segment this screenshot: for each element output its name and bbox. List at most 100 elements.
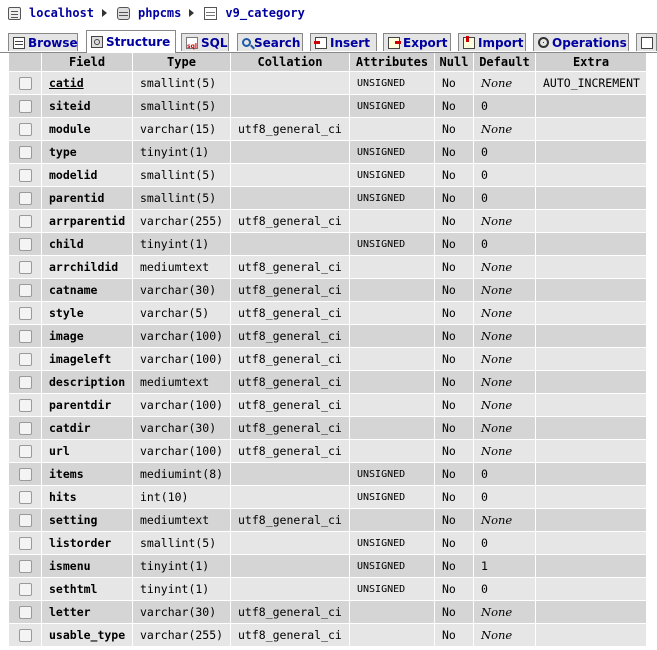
table-row[interactable]: setting mediumtext utf8_general_ci No None [9,509,646,532]
table-row[interactable]: catname varchar(30) utf8_general_ci No None [9,279,646,302]
field-name: parentdir [42,394,132,417]
row-checkbox[interactable] [18,491,32,504]
tab-import[interactable]: Import [458,33,526,51]
field-type: smallint(5) [133,95,230,118]
field-default: 0 [474,578,535,601]
tab-empty[interactable] [636,33,657,51]
field-extra [536,302,646,325]
row-checkbox[interactable] [18,606,32,619]
row-select-cell [9,233,41,256]
row-checkbox[interactable] [18,215,32,228]
field-default: None [474,509,535,532]
row-checkbox[interactable] [18,376,32,389]
table-row[interactable]: hits int(10) UNSIGNED No 0 [9,486,646,509]
table-row[interactable]: parentdir varchar(100) utf8_general_ci No No… [9,394,646,417]
row-checkbox[interactable] [18,307,32,320]
tab-browse[interactable]: Browse [8,33,78,51]
column-header-null: Null [435,53,473,72]
field-attributes [350,509,434,532]
row-checkbox[interactable] [18,238,32,251]
table-row[interactable]: usable_type varchar(255) utf8_general_ci No… [9,624,646,647]
table-row[interactable]: arrparentid varchar(255) utf8_general_ci No… [9,210,646,233]
row-select-cell [9,279,41,302]
breadcrumb-arrow-icon [189,9,195,17]
row-checkbox[interactable] [18,422,32,435]
table-row[interactable]: catid smallint(5) UNSIGNED No None AUTO_INCRE… [9,72,646,95]
row-checkbox[interactable] [18,330,32,343]
field-attributes [350,601,434,624]
table-row[interactable]: url varchar(100) utf8_general_ci No None [9,440,646,463]
table-row[interactable]: catdir varchar(30) utf8_general_ci No None [9,417,646,440]
table-row[interactable]: description mediumtext utf8_general_ci No No… [9,371,646,394]
field-collation [231,233,349,256]
field-name: ismenu [42,555,132,578]
field-default: None [474,440,535,463]
field-name: arrparentid [42,210,132,233]
field-attributes [350,256,434,279]
table-row[interactable]: style varchar(5) utf8_general_ci No None [9,302,646,325]
row-checkbox[interactable] [18,284,32,297]
table-row[interactable]: modelid smallint(5) UNSIGNED No 0 [9,164,646,187]
table-row[interactable]: type tinyint(1) UNSIGNED No 0 [9,141,646,164]
row-checkbox[interactable] [18,77,32,90]
row-checkbox[interactable] [18,353,32,366]
breadcrumb-arrow-icon [102,9,108,17]
field-attributes: UNSIGNED [350,463,434,486]
breadcrumb-table[interactable]: v9_category [204,6,305,20]
tab-insert[interactable]: Insert [310,33,377,51]
row-checkbox[interactable] [18,445,32,458]
table-row[interactable]: listorder smallint(5) UNSIGNED No 0 [9,532,646,555]
tab-operations[interactable]: Operations [533,33,629,51]
field-type: int(10) [133,486,230,509]
tab-structure[interactable]: Structure [86,30,176,53]
row-checkbox[interactable] [18,629,32,642]
table-row[interactable]: module varchar(15) utf8_general_ci No None [9,118,646,141]
breadcrumb-server[interactable]: localhost [8,6,94,20]
tab-bar: Browse Structure SQL Search Insert Expor… [0,30,657,53]
row-checkbox[interactable] [18,583,32,596]
table-row[interactable]: ismenu tinyint(1) UNSIGNED No 1 [9,555,646,578]
field-null: No [435,95,473,118]
breadcrumb-server-label[interactable]: localhost [29,6,94,20]
breadcrumb-database-label[interactable]: phpcms [138,6,181,20]
row-checkbox[interactable] [18,169,32,182]
row-checkbox[interactable] [18,123,32,136]
table-row[interactable]: child tinyint(1) UNSIGNED No 0 [9,233,646,256]
field-collation: utf8_general_ci [231,118,349,141]
field-name: parentid [42,187,132,210]
row-checkbox[interactable] [18,399,32,412]
table-row[interactable]: siteid smallint(5) UNSIGNED No 0 [9,95,646,118]
field-name: usable_type [42,624,132,647]
field-null: No [435,118,473,141]
table-row[interactable]: arrchildid mediumtext utf8_general_ci No Non… [9,256,646,279]
empty-icon [641,36,653,49]
field-default: None [474,118,535,141]
row-checkbox[interactable] [18,537,32,550]
field-name: modelid [42,164,132,187]
row-checkbox[interactable] [18,192,32,205]
row-checkbox[interactable] [18,560,32,573]
tab-search[interactable]: Search [237,33,303,51]
table-icon [204,6,218,20]
table-row[interactable]: letter varchar(30) utf8_general_ci No None [9,601,646,624]
row-checkbox[interactable] [18,146,32,159]
breadcrumb-table-label[interactable]: v9_category [225,6,304,20]
table-row[interactable]: image varchar(100) utf8_general_ci No None [9,325,646,348]
row-checkbox[interactable] [18,100,32,113]
table-row[interactable]: imageleft varchar(100) utf8_general_ci No No… [9,348,646,371]
field-default: 0 [474,141,535,164]
table-row[interactable]: items mediumint(8) UNSIGNED No 0 [9,463,646,486]
tab-sql[interactable]: SQL [181,33,229,51]
field-type: varchar(255) [133,624,230,647]
tab-export[interactable]: Export [383,33,451,51]
field-attributes [350,348,434,371]
row-checkbox[interactable] [18,468,32,481]
table-row[interactable]: sethtml tinyint(1) UNSIGNED No 0 [9,578,646,601]
table-row[interactable]: parentid smallint(5) UNSIGNED No 0 [9,187,646,210]
row-checkbox[interactable] [18,514,32,527]
tab-search-label: Search [254,35,301,50]
field-type: mediumtext [133,371,230,394]
breadcrumb-database[interactable]: phpcms [117,6,181,20]
row-checkbox[interactable] [18,261,32,274]
field-name: type [42,141,132,164]
